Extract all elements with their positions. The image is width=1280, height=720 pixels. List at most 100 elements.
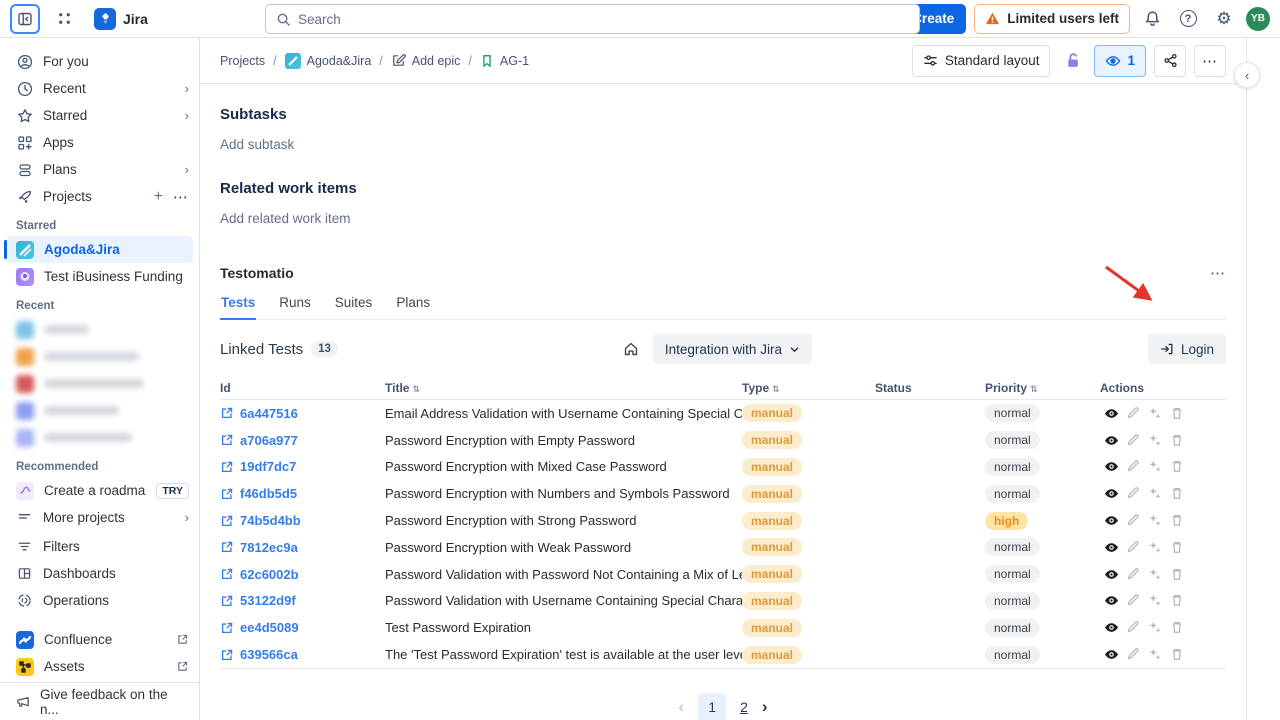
test-id-link[interactable]: 6a447516 bbox=[220, 406, 385, 421]
test-id-link[interactable]: a706a977 bbox=[220, 433, 385, 448]
more-actions-button[interactable]: ⋯ bbox=[1194, 45, 1226, 77]
tab-tests[interactable]: Tests bbox=[220, 295, 256, 320]
sidebar-recent-project[interactable] bbox=[0, 370, 199, 397]
view-eye-icon[interactable] bbox=[1104, 540, 1119, 555]
edit-pencil-icon[interactable] bbox=[1126, 459, 1141, 474]
next-page-button[interactable]: › bbox=[762, 697, 768, 717]
notifications-button[interactable] bbox=[1138, 5, 1166, 33]
integration-dropdown[interactable]: Integration with Jira bbox=[653, 334, 812, 364]
column-priority[interactable]: Priority⇅ bbox=[985, 381, 1100, 395]
sidebar-item-for-you[interactable]: For you bbox=[0, 48, 199, 75]
sidebar-item-projects[interactable]: Projects +⋯ bbox=[0, 183, 199, 210]
global-search[interactable] bbox=[265, 4, 920, 34]
panel-more-button[interactable]: ⋯ bbox=[1210, 264, 1226, 282]
unlock-button[interactable] bbox=[1058, 45, 1086, 77]
edit-pencil-icon[interactable] bbox=[1126, 433, 1141, 448]
ai-sparkles-icon[interactable] bbox=[1148, 406, 1163, 421]
ai-sparkles-icon[interactable] bbox=[1148, 593, 1163, 608]
view-eye-icon[interactable] bbox=[1104, 459, 1119, 474]
sidebar-item-plans[interactable]: Plans › bbox=[0, 156, 199, 183]
sidebar-recent-project[interactable] bbox=[0, 397, 199, 424]
user-avatar[interactable]: YB bbox=[1246, 7, 1270, 31]
prev-page-button[interactable]: ‹ bbox=[678, 697, 684, 717]
column-id[interactable]: Id bbox=[220, 381, 385, 395]
breadcrumb-project[interactable]: Agoda&Jira bbox=[285, 53, 372, 69]
delete-trash-icon[interactable] bbox=[1170, 647, 1185, 662]
test-id-link[interactable]: 639566ca bbox=[220, 647, 385, 662]
delete-trash-icon[interactable] bbox=[1170, 406, 1185, 421]
sidebar-recent-project[interactable] bbox=[0, 343, 199, 370]
limited-users-button[interactable]: Limited users left bbox=[974, 4, 1130, 34]
test-id-link[interactable]: ee4d5089 bbox=[220, 620, 385, 635]
tab-suites[interactable]: Suites bbox=[334, 295, 374, 319]
collapse-panel-button[interactable]: ‹ bbox=[1234, 62, 1260, 88]
layout-button[interactable]: Standard layout bbox=[912, 45, 1051, 77]
view-eye-icon[interactable] bbox=[1104, 513, 1119, 528]
breadcrumb-projects[interactable]: Projects bbox=[220, 54, 265, 68]
login-button[interactable]: Login bbox=[1148, 334, 1226, 364]
test-id-link[interactable]: f46db5d5 bbox=[220, 486, 385, 501]
help-button[interactable]: ? bbox=[1174, 5, 1202, 33]
sidebar-item-more-projects[interactable]: More projects › bbox=[0, 504, 199, 531]
view-eye-icon[interactable] bbox=[1104, 486, 1119, 501]
view-eye-icon[interactable] bbox=[1104, 433, 1119, 448]
sidebar-item-confluence[interactable]: Confluence bbox=[0, 626, 199, 653]
edit-pencil-icon[interactable] bbox=[1126, 406, 1141, 421]
delete-trash-icon[interactable] bbox=[1170, 620, 1185, 635]
delete-trash-icon[interactable] bbox=[1170, 540, 1185, 555]
tab-plans[interactable]: Plans bbox=[395, 295, 431, 319]
page-1-button[interactable]: 1 bbox=[698, 693, 726, 720]
ai-sparkles-icon[interactable] bbox=[1148, 567, 1163, 582]
page-2-button[interactable]: 2 bbox=[740, 699, 748, 715]
sidebar-toggle-button[interactable] bbox=[10, 4, 40, 34]
add-project-icon[interactable]: + bbox=[154, 188, 163, 206]
delete-trash-icon[interactable] bbox=[1170, 486, 1185, 501]
view-eye-icon[interactable] bbox=[1104, 406, 1119, 421]
ai-sparkles-icon[interactable] bbox=[1148, 647, 1163, 662]
test-id-link[interactable]: 53122d9f bbox=[220, 593, 385, 608]
edit-pencil-icon[interactable] bbox=[1126, 647, 1141, 662]
column-title[interactable]: Title⇅ bbox=[385, 381, 742, 395]
sidebar-item-create-roadmap[interactable]: Create a roadmap TRY bbox=[0, 477, 199, 504]
sidebar-item-assets[interactable]: Assets bbox=[0, 653, 199, 680]
delete-trash-icon[interactable] bbox=[1170, 567, 1185, 582]
ai-sparkles-icon[interactable] bbox=[1148, 540, 1163, 555]
add-subtask-button[interactable]: Add subtask bbox=[220, 137, 1226, 152]
tab-runs[interactable]: Runs bbox=[278, 295, 312, 319]
sidebar-item-operations[interactable]: Operations bbox=[0, 587, 199, 614]
delete-trash-icon[interactable] bbox=[1170, 433, 1185, 448]
sidebar-recent-project[interactable] bbox=[0, 316, 199, 343]
home-button[interactable] bbox=[623, 341, 639, 357]
delete-trash-icon[interactable] bbox=[1170, 459, 1185, 474]
ai-sparkles-icon[interactable] bbox=[1148, 513, 1163, 528]
view-eye-icon[interactable] bbox=[1104, 620, 1119, 635]
sidebar-item-dashboards[interactable]: Dashboards bbox=[0, 560, 199, 587]
edit-pencil-icon[interactable] bbox=[1126, 486, 1141, 501]
give-feedback-button[interactable]: Give feedback on the n... bbox=[0, 682, 199, 720]
ai-sparkles-icon[interactable] bbox=[1148, 620, 1163, 635]
projects-more-icon[interactable]: ⋯ bbox=[173, 188, 189, 206]
sidebar-item-filters[interactable]: Filters bbox=[0, 533, 199, 560]
test-id-link[interactable]: 7812ec9a bbox=[220, 540, 385, 555]
view-eye-icon[interactable] bbox=[1104, 647, 1119, 662]
edit-pencil-icon[interactable] bbox=[1126, 593, 1141, 608]
sidebar-project-test-ibusiness[interactable]: Test iBusiness Funding bbox=[0, 263, 199, 290]
watchers-button[interactable]: 1 bbox=[1094, 45, 1146, 77]
delete-trash-icon[interactable] bbox=[1170, 513, 1185, 528]
sidebar-item-starred[interactable]: Starred › bbox=[0, 102, 199, 129]
edit-pencil-icon[interactable] bbox=[1126, 620, 1141, 635]
sidebar-recent-project[interactable] bbox=[0, 424, 199, 451]
edit-pencil-icon[interactable] bbox=[1126, 513, 1141, 528]
settings-button[interactable]: ⚙ bbox=[1210, 5, 1238, 33]
sidebar-project-agoda-jira[interactable]: Agoda&Jira bbox=[6, 236, 193, 263]
sidebar-item-recent[interactable]: Recent › bbox=[0, 75, 199, 102]
view-eye-icon[interactable] bbox=[1104, 593, 1119, 608]
breadcrumb-issue[interactable]: AG-1 bbox=[480, 54, 529, 68]
test-id-link[interactable]: 74b5d4bb bbox=[220, 513, 385, 528]
jira-brand[interactable]: Jira bbox=[94, 8, 148, 30]
delete-trash-icon[interactable] bbox=[1170, 593, 1185, 608]
sidebar-item-apps[interactable]: Apps bbox=[0, 129, 199, 156]
edit-pencil-icon[interactable] bbox=[1126, 540, 1141, 555]
ai-sparkles-icon[interactable] bbox=[1148, 459, 1163, 474]
share-button[interactable] bbox=[1154, 45, 1186, 77]
